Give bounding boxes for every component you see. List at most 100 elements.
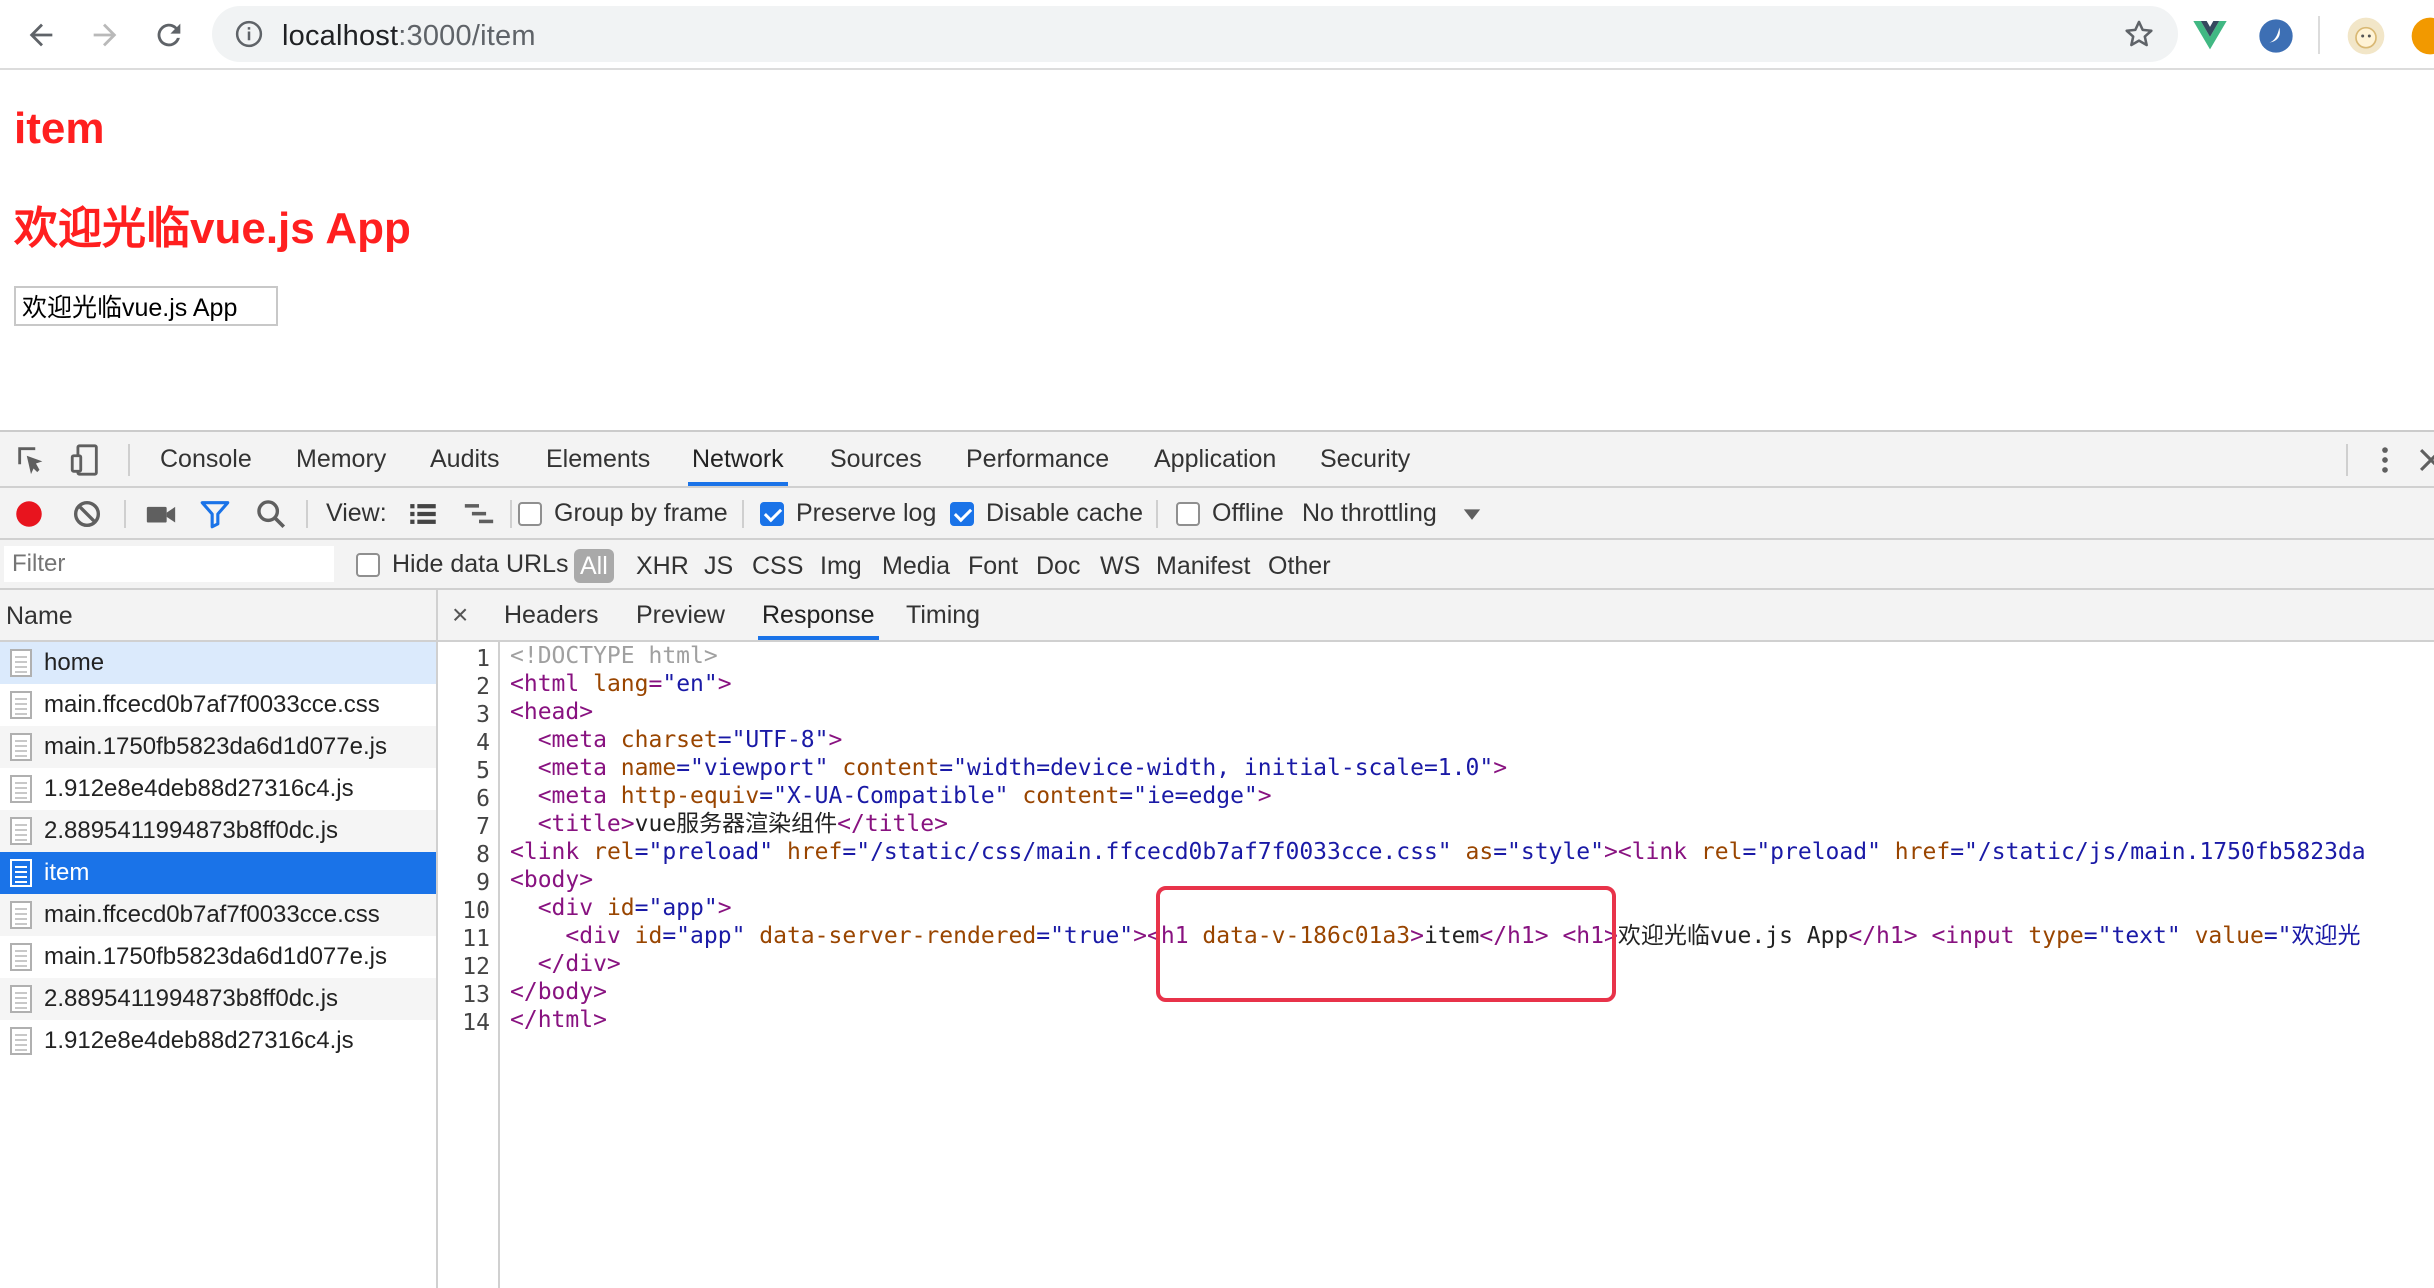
tab-network[interactable]: Network — [688, 432, 788, 486]
request-row[interactable]: 2.8895411994873b8ff0dc.js — [0, 810, 436, 852]
filter-type-doc[interactable]: Doc — [1032, 549, 1084, 583]
bookmark-star-icon[interactable] — [2122, 17, 2156, 51]
code-attr: id — [620, 923, 663, 949]
filter-type-ws[interactable]: WS — [1096, 549, 1144, 583]
request-row[interactable]: main.1750fb5823da6d1d077e.js — [0, 936, 436, 978]
line-number: 5 — [476, 758, 490, 784]
reload-button[interactable] — [146, 12, 192, 58]
tab-elements[interactable]: Elements — [542, 432, 654, 486]
request-row-home[interactable]: home — [0, 642, 436, 684]
filter-type-all[interactable]: All — [574, 549, 614, 583]
reload-icon — [157, 23, 181, 47]
filter-type-font[interactable]: Font — [964, 549, 1022, 583]
filter-type-xhr[interactable]: XHR — [632, 549, 693, 583]
arrow-right-icon — [93, 23, 117, 47]
request-name: main.ffcecd0b7af7f0033cce.css — [44, 901, 380, 928]
code-tag: <div — [510, 895, 594, 921]
toolbar-separator — [1156, 500, 1158, 528]
hide-data-urls-label: Hide data URLs — [392, 550, 569, 578]
code-tag: <head> — [510, 699, 594, 725]
filter-type-img[interactable]: Img — [816, 549, 866, 583]
request-name: 2.8895411994873b8ff0dc.js — [44, 817, 339, 844]
code-attr: rel — [1687, 839, 1743, 865]
screenshot-camera-icon[interactable] — [144, 497, 178, 531]
code-tag: <input — [1917, 923, 2015, 949]
filter-type-css[interactable]: CSS — [748, 549, 807, 583]
code-tag: </h1> — [1848, 923, 1918, 949]
chrome-update-icon[interactable] — [2410, 16, 2434, 56]
request-row-item-selected[interactable]: item — [0, 852, 436, 894]
devtools-panel: Console Memory Audits Elements Network S… — [0, 430, 2434, 1288]
detail-tab-headers[interactable]: Headers — [500, 590, 603, 640]
code-line-10: <div id="app"> — [510, 894, 732, 922]
close-devtools-icon[interactable] — [2414, 443, 2434, 477]
code-line-14: </html> — [510, 1006, 607, 1034]
page-text-input[interactable] — [14, 286, 278, 326]
filter-type-other[interactable]: Other — [1264, 549, 1335, 583]
close-detail-icon[interactable]: × — [452, 590, 468, 640]
element-picker-icon[interactable] — [14, 443, 48, 477]
back-button[interactable] — [18, 12, 64, 58]
toolbar-separator — [306, 500, 308, 528]
document-file-icon — [10, 859, 32, 887]
dropdown-triangle-icon[interactable] — [1458, 500, 1486, 528]
more-options-icon[interactable] — [2368, 443, 2402, 477]
code-value: ="ie=edge" — [1119, 783, 1258, 809]
device-toolbar-icon[interactable] — [68, 443, 102, 477]
extension-icon[interactable] — [2256, 16, 2296, 56]
preserve-log-checkbox[interactable] — [760, 502, 784, 526]
code-line-7: <title>vue服务器渲染组件</title> — [510, 810, 948, 838]
line-number: 2 — [476, 674, 490, 700]
request-row[interactable]: 1.912e8e4deb88d27316c4.js — [0, 1020, 436, 1062]
annotation-highlight-box — [1156, 886, 1616, 1002]
request-row[interactable]: 1.912e8e4deb88d27316c4.js — [0, 768, 436, 810]
throttling-select[interactable]: No throttling — [1302, 499, 1437, 528]
tab-security[interactable]: Security — [1316, 432, 1414, 486]
request-row[interactable]: main.ffcecd0b7af7f0033cce.css — [0, 684, 436, 726]
tab-sources[interactable]: Sources — [826, 432, 926, 486]
tab-performance[interactable]: Performance — [962, 432, 1113, 486]
request-name: main.1750fb5823da6d1d077e.js — [44, 943, 387, 970]
waterfall-overview-icon[interactable] — [462, 497, 496, 531]
line-number: 3 — [476, 702, 490, 728]
filter-type-manifest[interactable]: Manifest — [1152, 549, 1254, 583]
code-attr: value — [2180, 923, 2264, 949]
disable-cache-checkbox[interactable] — [950, 502, 974, 526]
profile-avatar[interactable] — [2346, 16, 2386, 56]
filter-type-js[interactable]: JS — [700, 549, 737, 583]
search-icon[interactable] — [254, 497, 288, 531]
forward-button[interactable] — [82, 12, 128, 58]
request-row[interactable]: main.ffcecd0b7af7f0033cce.css — [0, 894, 436, 936]
view-label: View: — [326, 499, 387, 527]
name-column-header[interactable]: Name — [0, 590, 436, 642]
request-row[interactable]: 2.8895411994873b8ff0dc.js — [0, 978, 436, 1020]
large-rows-list-icon[interactable] — [406, 497, 440, 531]
clear-icon[interactable] — [70, 497, 104, 531]
hide-data-urls-checkbox[interactable] — [356, 553, 380, 577]
tab-application[interactable]: Application — [1150, 432, 1280, 486]
code-tag: <body> — [510, 867, 594, 893]
filter-input[interactable] — [4, 546, 334, 582]
code-attr: href — [773, 839, 843, 865]
filter-funnel-icon[interactable] — [198, 497, 232, 531]
code-attr: name — [606, 755, 677, 781]
filter-type-media[interactable]: Media — [878, 549, 954, 583]
line-number: 12 — [462, 954, 490, 980]
line-number: 8 — [476, 842, 490, 868]
detail-tab-timing[interactable]: Timing — [902, 590, 984, 640]
detail-tab-response[interactable]: Response — [758, 590, 879, 640]
detail-tab-preview[interactable]: Preview — [632, 590, 729, 640]
record-icon[interactable] — [12, 497, 46, 531]
vue-devtools-extension-icon[interactable] — [2190, 16, 2230, 56]
code-line-2: <html lang="en"> — [510, 670, 732, 698]
request-row[interactable]: main.1750fb5823da6d1d077e.js — [0, 726, 436, 768]
offline-checkbox[interactable] — [1176, 502, 1200, 526]
tab-memory[interactable]: Memory — [292, 432, 390, 486]
toolbar-separator — [510, 500, 512, 528]
address-bar[interactable]: localhost:3000/item — [212, 6, 2178, 62]
code-attr: as — [1451, 839, 1494, 865]
tab-audits[interactable]: Audits — [426, 432, 503, 486]
document-file-icon — [10, 817, 32, 845]
tab-console[interactable]: Console — [156, 432, 256, 486]
group-by-frame-checkbox[interactable] — [518, 502, 542, 526]
